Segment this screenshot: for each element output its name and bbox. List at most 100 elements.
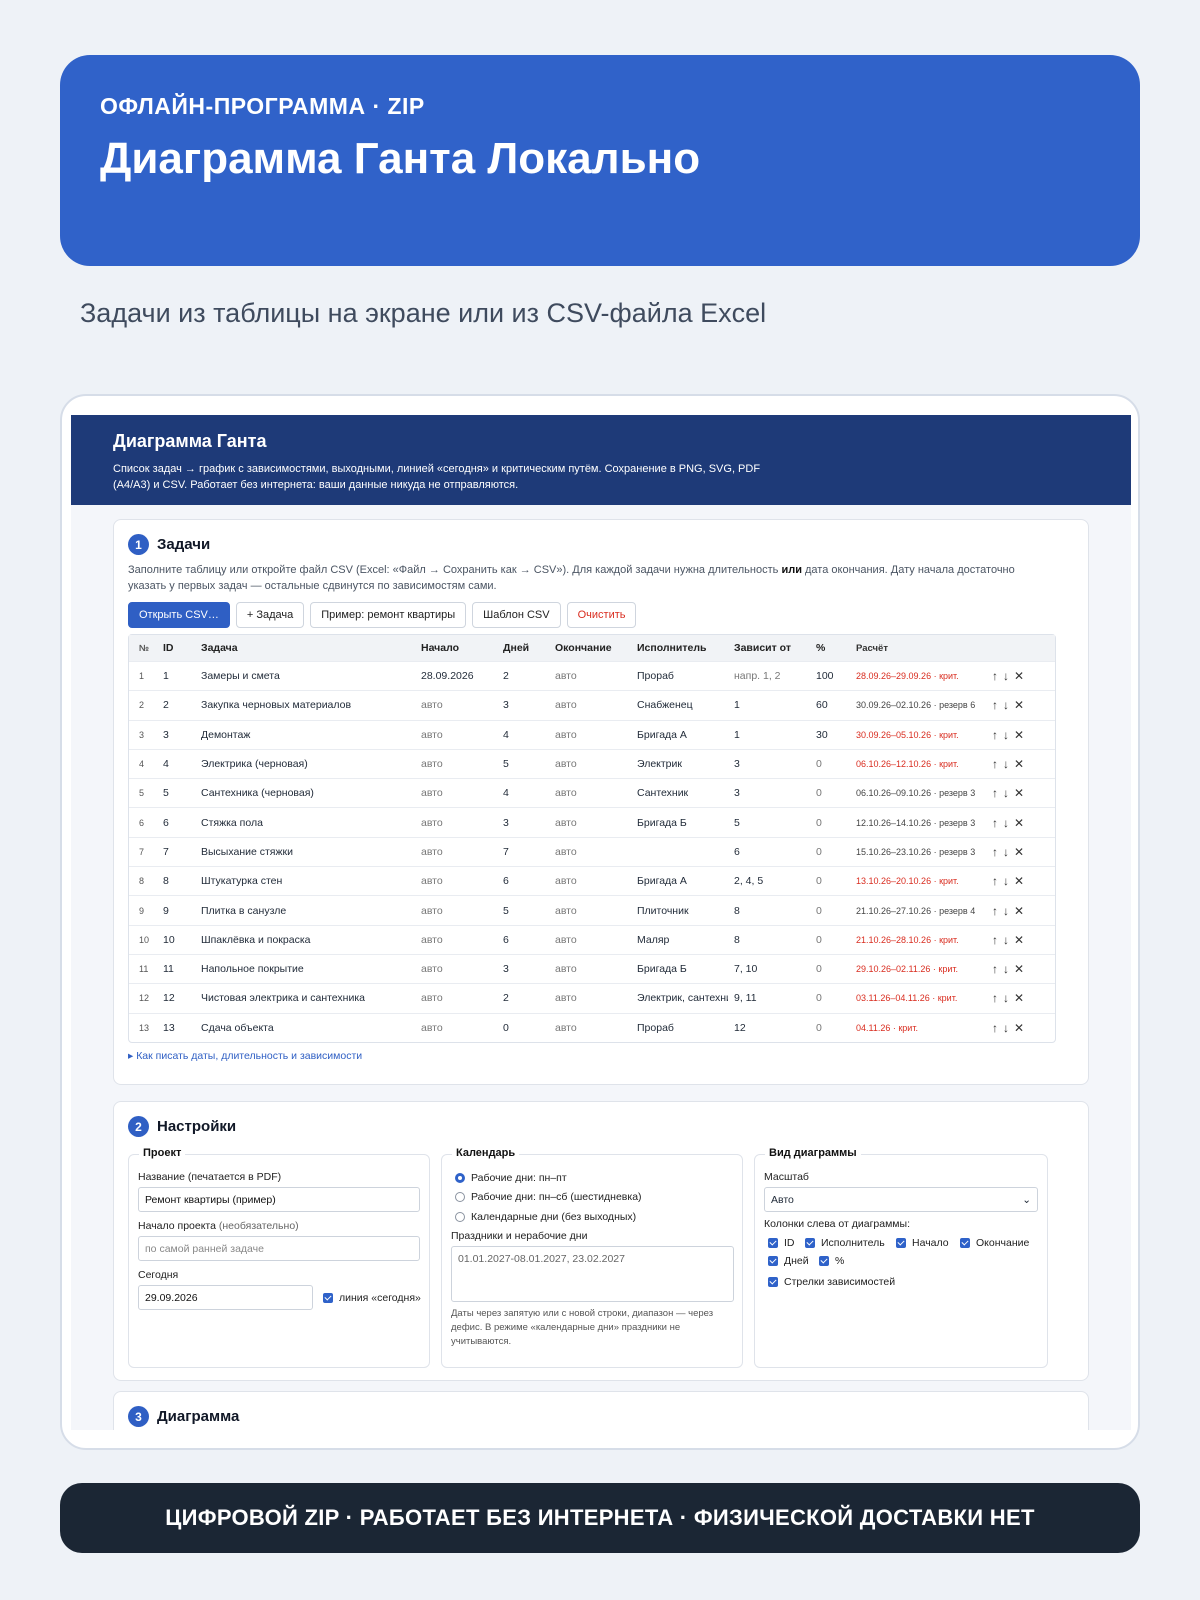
task-start-input[interactable]: авто: [415, 963, 497, 975]
move-up-icon[interactable]: ↑: [992, 933, 998, 947]
col-pct-checkbox[interactable]: %: [819, 1255, 844, 1267]
task-end-input[interactable]: авто: [549, 787, 631, 799]
move-down-icon[interactable]: ↓: [1003, 991, 1009, 1005]
task-days-input[interactable]: 7: [497, 846, 549, 858]
task-pct-input[interactable]: 0: [810, 875, 850, 887]
task-start-input[interactable]: авто: [415, 1022, 497, 1034]
task-depends-input[interactable]: 1: [728, 699, 810, 711]
move-down-icon[interactable]: ↓: [1003, 1021, 1009, 1035]
move-down-icon[interactable]: ↓: [1003, 698, 1009, 712]
holidays-textarea[interactable]: 01.01.2027-08.01.2027, 23.02.2027: [451, 1246, 734, 1302]
task-id-input[interactable]: 8: [153, 875, 195, 887]
move-down-icon[interactable]: ↓: [1003, 816, 1009, 830]
move-up-icon[interactable]: ↑: [992, 962, 998, 976]
move-up-icon[interactable]: ↑: [992, 816, 998, 830]
task-name-input[interactable]: Электрика (черновая): [195, 758, 415, 770]
task-end-input[interactable]: авто: [549, 1022, 631, 1034]
task-start-input[interactable]: авто: [415, 699, 497, 711]
move-down-icon[interactable]: ↓: [1003, 904, 1009, 918]
move-down-icon[interactable]: ↓: [1003, 962, 1009, 976]
move-up-icon[interactable]: ↑: [992, 991, 998, 1005]
task-days-input[interactable]: 4: [497, 729, 549, 741]
task-days-input[interactable]: 2: [497, 670, 549, 682]
task-pct-input[interactable]: 0: [810, 905, 850, 917]
move-down-icon[interactable]: ↓: [1003, 669, 1009, 683]
task-pct-input[interactable]: 0: [810, 992, 850, 1004]
task-start-input[interactable]: 28.09.2026: [415, 670, 497, 682]
move-down-icon[interactable]: ↓: [1003, 757, 1009, 771]
example-button[interactable]: Пример: ремонт квартиры: [310, 602, 467, 628]
task-days-input[interactable]: 3: [497, 817, 549, 829]
calendar-option-calendar-days[interactable]: Календарные дни (без выходных): [455, 1211, 636, 1223]
task-days-input[interactable]: 3: [497, 699, 549, 711]
task-pct-input[interactable]: 0: [810, 758, 850, 770]
task-pct-input[interactable]: 100: [810, 670, 850, 682]
task-pct-input[interactable]: 0: [810, 963, 850, 975]
remove-icon[interactable]: ✕: [1014, 1021, 1024, 1035]
task-id-input[interactable]: 3: [153, 729, 195, 741]
task-end-input[interactable]: авто: [549, 992, 631, 1004]
task-assignee-input[interactable]: Прораб: [631, 1022, 728, 1034]
task-pct-input[interactable]: 30: [810, 729, 850, 741]
task-name-input[interactable]: Стяжка пола: [195, 817, 415, 829]
task-assignee-input[interactable]: Снабженец: [631, 699, 728, 711]
task-depends-input[interactable]: 5: [728, 817, 810, 829]
task-id-input[interactable]: 13: [153, 1022, 195, 1034]
task-assignee-input[interactable]: Плиточник: [631, 905, 728, 917]
task-pct-input[interactable]: 0: [810, 817, 850, 829]
task-assignee-input[interactable]: Маляр: [631, 934, 728, 946]
task-id-input[interactable]: 1: [153, 670, 195, 682]
task-end-input[interactable]: авто: [549, 963, 631, 975]
task-end-input[interactable]: авто: [549, 875, 631, 887]
task-start-input[interactable]: авто: [415, 787, 497, 799]
task-depends-input[interactable]: 8: [728, 934, 810, 946]
col-end-checkbox[interactable]: Окончание: [960, 1237, 1029, 1249]
task-start-input[interactable]: авто: [415, 905, 497, 917]
help-details-toggle[interactable]: ▸ Как писать даты, длительность и зависи…: [128, 1050, 362, 1062]
calendar-option-six-day[interactable]: Рабочие дни: пн–сб (шестидневка): [455, 1191, 642, 1203]
task-start-input[interactable]: авто: [415, 729, 497, 741]
task-id-input[interactable]: 5: [153, 787, 195, 799]
task-id-input[interactable]: 10: [153, 934, 195, 946]
col-start-checkbox[interactable]: Начало: [896, 1237, 949, 1249]
task-depends-input[interactable]: 1: [728, 729, 810, 741]
task-assignee-input[interactable]: Электрик: [631, 758, 728, 770]
task-end-input[interactable]: авто: [549, 699, 631, 711]
remove-icon[interactable]: ✕: [1014, 962, 1024, 976]
today-input[interactable]: 29.09.2026: [138, 1285, 313, 1310]
task-name-input[interactable]: Сантехника (черновая): [195, 787, 415, 799]
task-end-input[interactable]: авто: [549, 817, 631, 829]
task-name-input[interactable]: Замеры и смета: [195, 670, 415, 682]
task-name-input[interactable]: Штукатурка стен: [195, 875, 415, 887]
task-depends-input[interactable]: 12: [728, 1022, 810, 1034]
move-down-icon[interactable]: ↓: [1003, 845, 1009, 859]
task-depends-input[interactable]: 7, 10: [728, 963, 810, 975]
remove-icon[interactable]: ✕: [1014, 845, 1024, 859]
task-id-input[interactable]: 7: [153, 846, 195, 858]
task-depends-input[interactable]: 6: [728, 846, 810, 858]
task-name-input[interactable]: Плитка в санузле: [195, 905, 415, 917]
add-task-button[interactable]: + Задача: [235, 602, 305, 628]
remove-icon[interactable]: ✕: [1014, 874, 1024, 888]
task-name-input[interactable]: Демонтаж: [195, 729, 415, 741]
task-id-input[interactable]: 9: [153, 905, 195, 917]
task-pct-input[interactable]: 0: [810, 1022, 850, 1034]
remove-icon[interactable]: ✕: [1014, 698, 1024, 712]
task-start-input[interactable]: авто: [415, 846, 497, 858]
task-days-input[interactable]: 0: [497, 1022, 549, 1034]
col-id-checkbox[interactable]: ID: [768, 1237, 795, 1249]
move-up-icon[interactable]: ↑: [992, 845, 998, 859]
task-name-input[interactable]: Сдача объекта: [195, 1022, 415, 1034]
remove-icon[interactable]: ✕: [1014, 669, 1024, 683]
project-name-input[interactable]: Ремонт квартиры (пример): [138, 1187, 420, 1212]
move-up-icon[interactable]: ↑: [992, 669, 998, 683]
scale-select[interactable]: Авто ⌄: [764, 1187, 1038, 1212]
task-name-input[interactable]: Закупка черновых материалов: [195, 699, 415, 711]
task-end-input[interactable]: авто: [549, 934, 631, 946]
col-days-checkbox[interactable]: Дней: [768, 1255, 809, 1267]
task-end-input[interactable]: авто: [549, 846, 631, 858]
task-pct-input[interactable]: 0: [810, 846, 850, 858]
task-days-input[interactable]: 5: [497, 905, 549, 917]
task-end-input[interactable]: авто: [549, 905, 631, 917]
move-up-icon[interactable]: ↑: [992, 698, 998, 712]
